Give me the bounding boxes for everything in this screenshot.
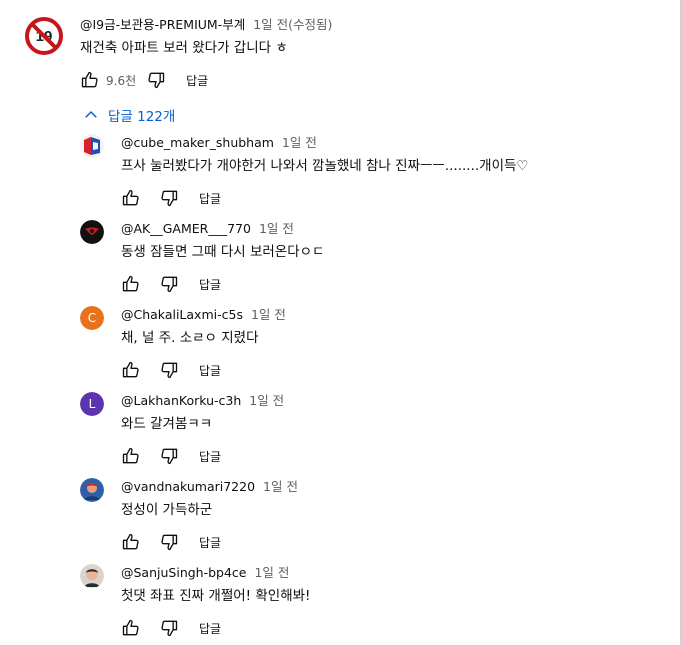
thumbs-down-icon [161, 362, 178, 379]
reply-author[interactable]: @AK__GAMER___770 [121, 221, 251, 236]
reply-time[interactable]: 1일 전 [282, 135, 317, 150]
thumbs-down-icon [161, 620, 178, 637]
like-button[interactable] [115, 354, 147, 386]
reply-text: 첫댓 좌표 진짜 개쩔어! 확인해봐! [121, 588, 311, 604]
like-button[interactable] [74, 64, 106, 96]
thumbs-up-icon [122, 189, 139, 206]
reply-item: @vandnakumari7220 1일 전 정성이 가득하군 답글 [80, 478, 665, 558]
gamer-logo-icon [80, 220, 104, 244]
avatar[interactable]: 19 [24, 16, 64, 56]
reply-item: C @ChakaliLaxmi-c5s 1일 전 채, 널 주. 소ㄹㅇ 지렸다… [80, 306, 665, 386]
illustrated-avatar-icon [80, 478, 104, 502]
avatar[interactable] [80, 478, 104, 502]
reply-author[interactable]: @ChakaliLaxmi-c5s [121, 307, 243, 322]
dislike-button[interactable] [153, 354, 185, 386]
avatar-initial: L [80, 392, 104, 416]
thumbs-down-icon [161, 190, 178, 207]
reply-time[interactable]: 1일 전 [254, 565, 289, 580]
reply-button[interactable]: 답글 [199, 620, 221, 637]
like-button[interactable] [115, 182, 147, 214]
like-button[interactable] [115, 526, 147, 558]
reply-text: 와드 갈겨봄ㅋㅋ [121, 416, 213, 432]
reply-item: L @LakhanKorku-c3h 1일 전 와드 갈겨봄ㅋㅋ 답글 [80, 392, 665, 472]
like-count: 9.6천 [106, 73, 137, 88]
reply-author[interactable]: @SanjuSingh-bp4ce [121, 565, 247, 580]
dislike-button[interactable] [153, 440, 185, 472]
cube-avatar-icon [80, 134, 104, 158]
comment-text: 재건축 아파트 보러 왔다가 갑니다 ㅎ [80, 40, 288, 56]
reply-item: @cube_maker_shubham 1일 전 프사 눌러봤다가 개야한거 나… [80, 134, 665, 214]
reply-item: @AK__GAMER___770 1일 전 동생 잠들면 그때 다시 보러온다ㅇ… [80, 220, 665, 300]
reply-text: 채, 널 주. 소ㄹㅇ 지렸다 [121, 330, 259, 346]
thumbs-up-icon [122, 275, 139, 292]
thumbs-down-icon [161, 276, 178, 293]
reply-text: 정성이 가득하군 [121, 502, 213, 518]
reply-author[interactable]: @vandnakumari7220 [121, 479, 255, 494]
reply-text: 동생 잠들면 그때 다시 보러온다ㅇㄷ [121, 244, 325, 260]
reply-button[interactable]: 답글 [199, 190, 221, 207]
thumbs-down-icon [148, 72, 165, 89]
thumbs-up-icon [122, 619, 139, 636]
thumbs-down-icon [161, 534, 178, 551]
avatar[interactable] [80, 220, 104, 244]
reply-item: @SanjuSingh-bp4ce 1일 전 첫댓 좌표 진짜 개쩔어! 확인해… [80, 564, 665, 644]
dislike-button[interactable] [153, 612, 185, 644]
reply-time[interactable]: 1일 전 [263, 479, 298, 494]
like-button[interactable] [115, 440, 147, 472]
comment-author[interactable]: @I9금-보관용-PREMIUM-부계 [80, 17, 245, 32]
thumbs-up-icon [122, 533, 139, 550]
avatar[interactable]: L [80, 392, 104, 416]
reply-button[interactable]: 답글 [199, 534, 221, 551]
photo-avatar-icon [80, 564, 104, 588]
comment-time[interactable]: 1일 전(수정됨) [253, 17, 332, 32]
like-button[interactable] [115, 268, 147, 300]
reply-button[interactable]: 답글 [199, 362, 221, 379]
replies-toggle[interactable]: 답글 122개 [82, 104, 175, 126]
reply-button[interactable]: 답글 [199, 448, 221, 465]
avatar[interactable] [80, 564, 104, 588]
avatar[interactable] [80, 134, 104, 158]
no-19-icon: 19 [25, 17, 63, 55]
chevron-up-icon [85, 110, 97, 118]
reply-text: 프사 눌러봤다가 개야한거 나와서 깜놀했네 참나 진짜ㅡㅡ........개이… [121, 158, 529, 174]
thumbs-down-icon [161, 448, 178, 465]
dislike-button[interactable] [153, 182, 185, 214]
reply-author[interactable]: @cube_maker_shubham [121, 135, 274, 150]
avatar-initial: C [80, 306, 104, 330]
like-button[interactable] [115, 612, 147, 644]
reply-author[interactable]: @LakhanKorku-c3h [121, 393, 241, 408]
avatar[interactable]: C [80, 306, 104, 330]
reply-button[interactable]: 답글 [199, 276, 221, 293]
thumbs-up-icon [122, 361, 139, 378]
reply-button[interactable]: 답글 [186, 72, 208, 89]
dislike-button[interactable] [153, 526, 185, 558]
replies-count-label: 답글 122개 [108, 109, 176, 125]
thumbs-up-icon [122, 447, 139, 464]
reply-time[interactable]: 1일 전 [249, 393, 284, 408]
reply-time[interactable]: 1일 전 [259, 221, 294, 236]
reply-time[interactable]: 1일 전 [251, 307, 286, 322]
dislike-button[interactable] [140, 64, 172, 96]
dislike-button[interactable] [153, 268, 185, 300]
thumbs-up-icon [81, 71, 98, 88]
